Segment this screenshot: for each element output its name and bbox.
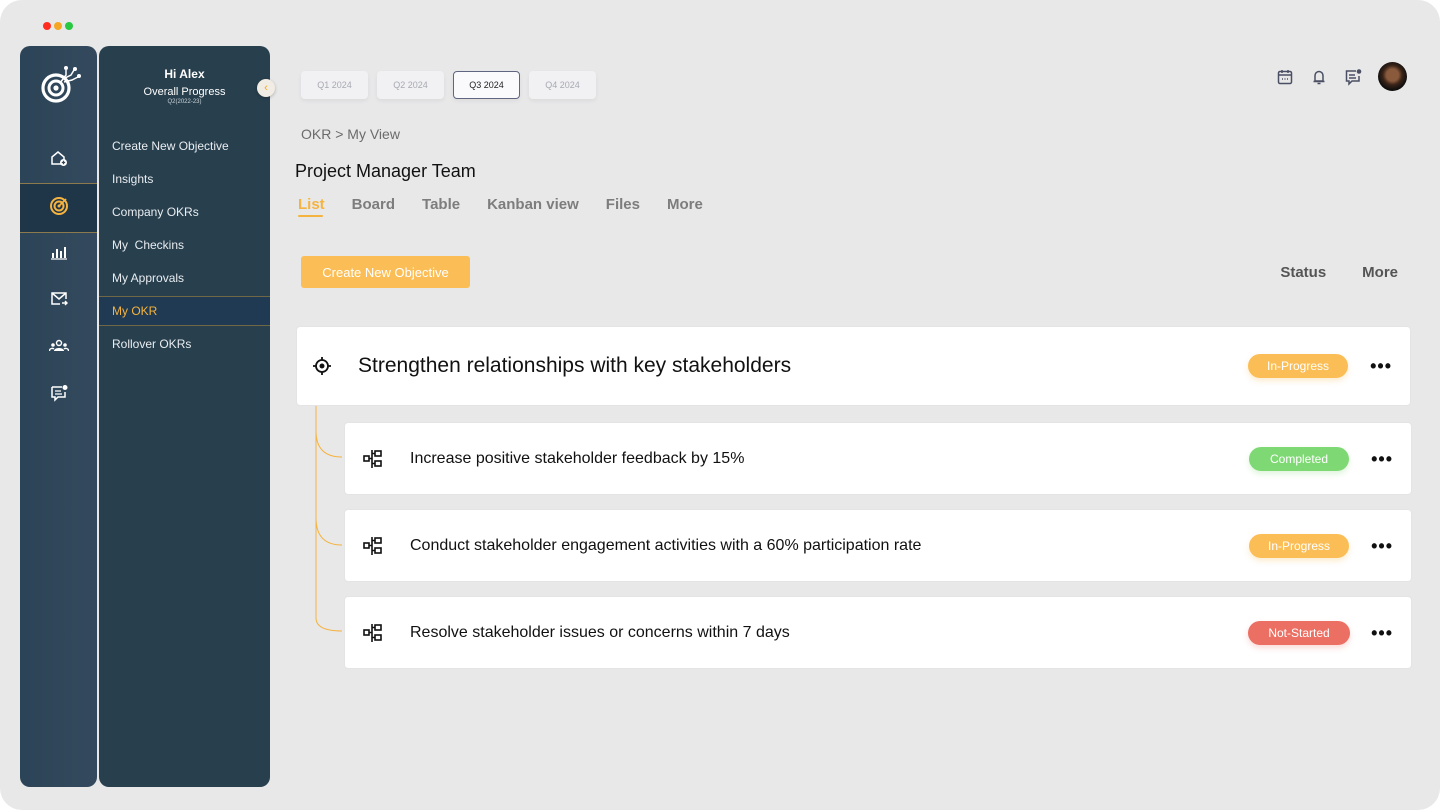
sidebar-item-my-okr[interactable]: My OKR <box>99 296 270 326</box>
connector-line <box>315 430 343 458</box>
minimize-window-button[interactable] <box>54 22 62 30</box>
hierarchy-icon <box>363 623 383 643</box>
calendar-icon[interactable] <box>1276 68 1294 86</box>
rail-item-mail[interactable] <box>20 277 97 325</box>
tab-table[interactable]: Table <box>422 196 460 216</box>
tab-list[interactable]: List <box>298 196 325 217</box>
quarter-q2-2024[interactable]: Q2 2024 <box>377 71 444 99</box>
close-window-button[interactable] <box>43 22 51 30</box>
list-actions: Status More <box>1280 264 1398 281</box>
key-result-card[interactable]: Resolve stakeholder issues or concerns w… <box>344 596 1412 669</box>
create-objective-button[interactable]: Create New Objective <box>301 256 470 288</box>
user-avatar[interactable] <box>1378 62 1407 91</box>
quarter-selector: Q1 2024 Q2 2024 Q3 2024 Q4 2024 <box>301 71 596 99</box>
page-title: Project Manager Team <box>295 161 476 181</box>
connector-line <box>315 517 343 546</box>
crosshair-target-icon <box>312 356 332 376</box>
home-add-icon <box>50 149 68 172</box>
rail-item-team[interactable] <box>20 324 97 372</box>
objective-card[interactable]: Strengthen relationships with key stakeh… <box>296 326 1411 406</box>
breadcrumb[interactable]: OKR > My View <box>301 126 400 142</box>
mail-forward-icon <box>50 291 68 312</box>
status-badge[interactable]: Completed <box>1249 446 1349 471</box>
maximize-window-button[interactable] <box>65 22 73 30</box>
rail-item-analytics[interactable] <box>20 230 97 278</box>
key-result-card[interactable]: Increase positive stakeholder feedback b… <box>344 422 1412 495</box>
key-result-menu-button[interactable]: ••• <box>1371 450 1393 468</box>
collapse-sidebar-button[interactable]: ‹ <box>257 79 275 97</box>
sidebar-item-rollover-okrs[interactable]: Rollover OKRs <box>99 329 270 359</box>
tab-files[interactable]: Files <box>606 196 640 216</box>
key-result-menu-button[interactable]: ••• <box>1371 624 1393 642</box>
connector-line <box>315 406 343 632</box>
secondary-sidebar: Hi Alex Overall Progress Q2(2022-23) Cre… <box>99 46 270 787</box>
status-badge[interactable]: In-Progress <box>1249 533 1349 558</box>
quarter-q3-2024[interactable]: Q3 2024 <box>453 71 520 99</box>
overall-progress-label: Overall Progress <box>143 86 226 98</box>
key-result-title: Resolve stakeholder issues or concerns w… <box>410 623 790 641</box>
hierarchy-icon <box>363 536 383 556</box>
app-logo-icon[interactable] <box>38 62 82 106</box>
objective-title: Strengthen relationships with key stakeh… <box>358 354 792 377</box>
key-result-card[interactable]: Conduct stakeholder engagement activitie… <box>344 509 1412 582</box>
chevron-left-icon: ‹ <box>264 82 268 94</box>
tab-more[interactable]: More <box>667 196 703 216</box>
status-filter-button[interactable]: Status <box>1280 264 1326 281</box>
sidebar-item-company-okrs[interactable]: Company OKRs <box>99 197 270 227</box>
sidebar-item-my-approvals[interactable]: My Approvals <box>99 263 270 293</box>
view-tabs: List Board Table Kanban view Files More <box>298 196 703 217</box>
key-result-menu-button[interactable]: ••• <box>1371 537 1393 555</box>
sidebar-item-my-checkins[interactable]: My Checkins <box>99 230 270 260</box>
bell-icon[interactable] <box>1310 68 1328 86</box>
icon-rail <box>20 46 97 787</box>
rail-item-messages[interactable] <box>20 371 97 419</box>
status-badge[interactable]: Not-Started <box>1248 620 1350 645</box>
period-label: Q2(2022-23) <box>167 99 202 105</box>
rail-item-home[interactable] <box>20 136 97 184</box>
header-actions <box>1276 62 1407 91</box>
key-result-title: Conduct stakeholder engagement activitie… <box>410 536 922 554</box>
target-icon <box>49 196 69 221</box>
app-window: Hi Alex Overall Progress Q2(2022-23) Cre… <box>0 0 1440 810</box>
message-icon[interactable] <box>1344 68 1362 86</box>
sidebar-item-create-objective[interactable]: Create New Objective <box>99 131 270 161</box>
key-result-title: Increase positive stakeholder feedback b… <box>410 449 745 467</box>
hierarchy-icon <box>363 449 383 469</box>
status-badge[interactable]: In-Progress <box>1248 354 1348 378</box>
bar-chart-icon <box>50 244 68 265</box>
tab-kanban-view[interactable]: Kanban view <box>487 196 579 216</box>
team-icon <box>48 339 69 358</box>
user-summary: Hi Alex Overall Progress Q2(2022-23) <box>99 67 270 105</box>
rail-item-okr[interactable] <box>20 183 97 233</box>
quarter-q4-2024[interactable]: Q4 2024 <box>529 71 596 99</box>
more-options-button[interactable]: More <box>1362 264 1398 281</box>
chat-notification-icon <box>50 384 68 407</box>
quarter-q1-2024[interactable]: Q1 2024 <box>301 71 368 99</box>
objective-menu-button[interactable]: ••• <box>1370 357 1392 375</box>
tab-board[interactable]: Board <box>352 196 395 216</box>
window-controls <box>43 22 73 30</box>
greeting: Hi Alex <box>164 67 205 81</box>
sidebar-item-insights[interactable]: Insights <box>99 164 270 194</box>
